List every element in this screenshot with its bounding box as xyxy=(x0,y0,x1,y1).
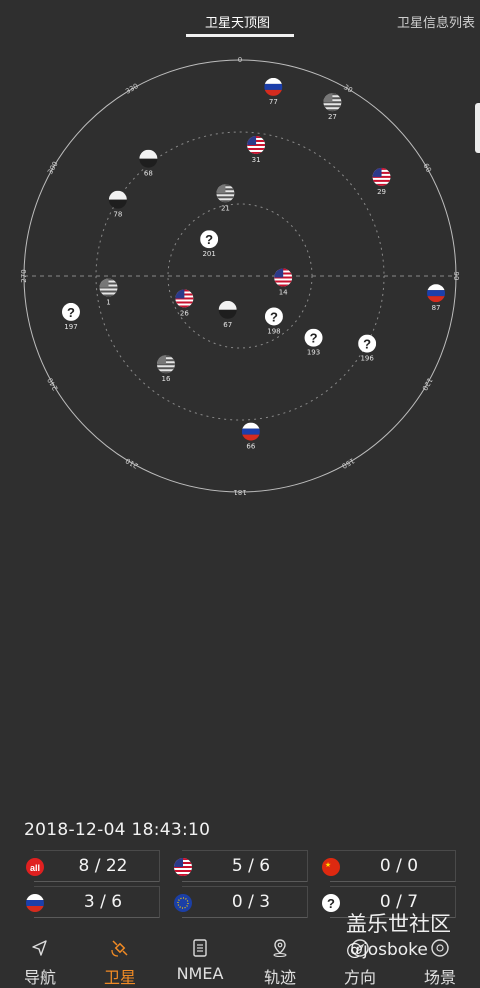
bearing-label: 150 xyxy=(340,456,356,470)
svg-text:?: ? xyxy=(270,309,278,324)
satellite-marker[interactable]: ? 201 xyxy=(200,230,219,258)
satellite-id-label: 201 xyxy=(202,250,215,258)
satellite-id-label: 1 xyxy=(106,299,110,307)
location-pin-icon xyxy=(273,939,287,958)
stat-beidou: ★ 0 / 0 xyxy=(320,850,456,882)
stat-galileo-value: 0 / 3 xyxy=(231,892,271,912)
bearing-label: 0 xyxy=(238,56,242,64)
stat-all-value: 8 / 22 xyxy=(78,856,128,876)
nav-direction-label: 方向 xyxy=(343,968,376,987)
stat-beidou-value: 0 / 0 xyxy=(379,856,419,876)
satellite-id-label: 67 xyxy=(223,321,232,329)
china-flag-icon: ★ xyxy=(322,858,340,876)
satellite-marker[interactable]: 21 xyxy=(216,184,235,212)
satellite-marker[interactable]: 31 xyxy=(247,135,266,164)
tab-satellite-list[interactable]: 卫星信息列表 xyxy=(397,12,475,31)
nav-satellite[interactable]: 卫星 xyxy=(80,930,160,987)
satellite-marker[interactable]: 68 xyxy=(139,149,158,178)
satellite-id-label: 198 xyxy=(267,327,280,335)
stat-all: all 8 / 22 xyxy=(24,850,160,882)
bearing-label: 270 xyxy=(20,269,28,282)
satellite-marker[interactable]: 78 xyxy=(108,190,127,219)
all-constellations-icon: all xyxy=(26,858,44,876)
svg-text:?: ? xyxy=(205,232,213,247)
bearing-label: 330 xyxy=(124,82,140,96)
satellite-id-label: 26 xyxy=(180,309,189,317)
satellite-id-label: 193 xyxy=(307,349,320,357)
nav-nmea-label: NMEA xyxy=(176,964,224,983)
bearing-label: 60 xyxy=(421,162,432,174)
fix-timestamp: 2018-12-04 18:43:10 xyxy=(24,820,211,840)
watermark-community: 盖乐世社区 xyxy=(346,912,451,936)
satellite-marker[interactable]: 67 xyxy=(218,300,237,329)
document-icon xyxy=(193,939,207,957)
bearing-label: 90 xyxy=(452,272,460,281)
satellite-id-label: 27 xyxy=(328,113,337,121)
svg-text:?: ? xyxy=(67,305,75,320)
navigation-arrow-icon xyxy=(32,940,47,956)
satellite-marker[interactable]: 66 xyxy=(241,422,260,451)
russia-flag-icon xyxy=(26,894,44,912)
active-tab-indicator xyxy=(186,34,294,37)
question-mark-icon: ? xyxy=(322,894,340,912)
satellite-marker[interactable]: 77 xyxy=(264,77,283,106)
nav-navigation[interactable]: 导航 xyxy=(0,930,80,987)
satellite-id-label: 78 xyxy=(113,211,122,219)
bearing-label: 120 xyxy=(420,376,434,392)
scene-icon xyxy=(431,939,449,957)
satellite-marker[interactable]: 16 xyxy=(156,355,175,383)
satellite-id-label: 197 xyxy=(64,323,77,331)
nav-track[interactable]: 轨迹 xyxy=(240,930,320,987)
satellite-id-label: 87 xyxy=(432,304,441,312)
stat-galileo: 0 / 3 xyxy=(172,886,308,918)
satellite-id-label: 66 xyxy=(246,443,255,451)
stat-gps: 5 / 6 xyxy=(172,850,308,882)
nav-satellite-label: 卫星 xyxy=(103,968,136,987)
satellite-id-label: 16 xyxy=(161,375,170,383)
watermark-handle: @josboke xyxy=(346,940,428,960)
tab-sky-view[interactable]: 卫星天顶图 xyxy=(205,12,270,31)
svg-text:?: ? xyxy=(310,331,318,346)
bearing-label: 240 xyxy=(46,376,60,392)
satellite-id-label: 14 xyxy=(279,289,288,297)
satellite-marker[interactable]: 1 xyxy=(99,278,118,307)
stat-glonass: 3 / 6 xyxy=(24,886,160,918)
stat-gps-value: 5 / 6 xyxy=(231,856,271,876)
bearing-label: 181 xyxy=(233,488,246,496)
top-tab-bar: 卫星天顶图 卫星信息列表 xyxy=(0,0,480,40)
satellite-icon xyxy=(111,940,128,957)
nav-track-label: 轨迹 xyxy=(263,968,296,987)
satellite-marker[interactable]: 29 xyxy=(372,167,391,196)
satellite-marker[interactable]: ? 193 xyxy=(304,328,323,357)
bearing-label: 210 xyxy=(124,456,140,470)
satellite-markers: 77 27 68 31 29 78 21? 201 26 14 87 1? 197 67? 198 ? 193?… xyxy=(61,77,446,451)
svg-text:?: ? xyxy=(363,337,371,352)
eu-flag-icon xyxy=(174,894,192,912)
satellite-id-label: 29 xyxy=(377,188,386,196)
satellite-marker[interactable]: ? 196 xyxy=(358,334,377,363)
svg-text:★: ★ xyxy=(325,861,331,869)
stat-glonass-value: 3 / 6 xyxy=(83,892,123,912)
satellite-sky-plot: 0 30 60 90 120 150 181 210 240 270 300 330 77 27 68 31… xyxy=(20,56,460,496)
nav-navigation-label: 导航 xyxy=(23,968,56,987)
sky-plot-rings xyxy=(23,59,457,493)
satellite-marker[interactable]: ? 197 xyxy=(61,302,80,331)
nav-nmea[interactable]: NMEA xyxy=(160,930,240,986)
satellite-id-label: 68 xyxy=(144,170,153,178)
satellite-id-label: 31 xyxy=(252,156,261,164)
satellite-id-label: 21 xyxy=(221,204,230,212)
satellite-marker[interactable]: 14 xyxy=(274,268,293,297)
nav-scene-label: 场景 xyxy=(423,968,456,987)
satellite-marker[interactable]: ? 198 xyxy=(264,307,283,335)
satellite-id-label: 196 xyxy=(360,355,374,363)
satellite-marker[interactable]: 27 xyxy=(323,93,342,121)
svg-text:?: ? xyxy=(327,896,335,911)
satellite-marker[interactable]: 87 xyxy=(427,284,446,312)
usa-flag-icon xyxy=(174,858,192,876)
svg-text:all: all xyxy=(30,863,40,873)
bearing-label: 300 xyxy=(46,160,60,176)
bearing-label: 30 xyxy=(342,83,354,94)
satellite-id-label: 77 xyxy=(269,98,278,106)
